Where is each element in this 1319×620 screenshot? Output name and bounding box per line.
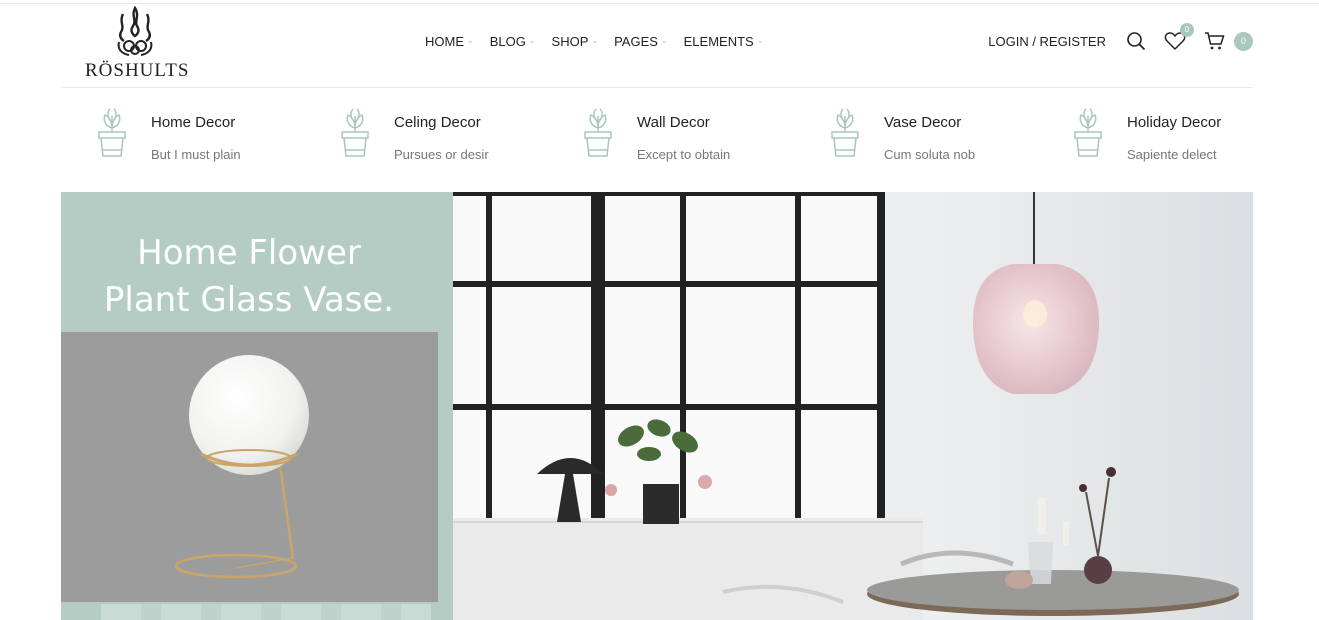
category-title: Home Decor xyxy=(151,114,236,131)
plant-pot-icon xyxy=(1074,108,1102,157)
promo-banner[interactable]: Home Flower Plant Glass Vase. xyxy=(61,192,453,620)
nav-item-label: HOME xyxy=(425,34,464,49)
category-title: Wall Decor xyxy=(637,114,710,131)
flame-logo-icon xyxy=(117,6,153,56)
category-subtitle: Pursues or desir xyxy=(394,147,489,162)
category-wall-decor[interactable]: Wall Decor Except to obtain xyxy=(581,106,730,162)
promo-title: Home Flower Plant Glass Vase. xyxy=(61,230,437,324)
category-home-decor[interactable]: Home Decor But I must plain xyxy=(95,106,241,162)
interior-scene-illustration xyxy=(453,192,1253,620)
nav-item-label: SHOP xyxy=(551,34,589,49)
wishlist-button[interactable]: 0 xyxy=(1164,23,1194,51)
decorative-stripes xyxy=(101,604,431,620)
category-holiday-decor[interactable]: Holiday Decor Sapiente delect xyxy=(1071,106,1221,162)
nav-item-label: BLOG xyxy=(489,34,526,49)
category-subtitle: Sapiente delect xyxy=(1127,147,1217,162)
header-tools: LOGIN / REGISTER 0 0 xyxy=(988,23,1253,51)
cart-icon xyxy=(1205,32,1225,50)
category-subtitle: Except to obtain xyxy=(637,147,731,162)
category-title: Holiday Decor xyxy=(1127,114,1222,131)
login-register-link[interactable]: LOGIN / REGISTER xyxy=(988,34,1106,49)
promo-title-line-1: Home Flower xyxy=(137,233,361,273)
category-title: Celing Decor xyxy=(394,114,481,131)
nav-item-home[interactable]: HOME ⌄ xyxy=(425,34,474,49)
nav-item-label: PAGES xyxy=(614,34,658,49)
plant-pot-icon xyxy=(98,108,126,157)
plant-pot-icon xyxy=(341,108,369,157)
chevron-down-icon: ⌄ xyxy=(528,36,536,45)
chevron-down-icon: ⌄ xyxy=(756,36,764,45)
category-celing-decor[interactable]: Celing Decor Pursues or desir xyxy=(338,106,489,162)
product-image xyxy=(61,332,438,602)
plant-pot-icon xyxy=(831,108,859,157)
nav-item-blog[interactable]: BLOG ⌄ xyxy=(490,34,536,49)
cart-count-badge: 0 xyxy=(1234,31,1253,51)
chevron-down-icon: ⌄ xyxy=(591,36,599,45)
brand-name: RÖSHULTS xyxy=(85,60,190,81)
nav-item-label: ELEMENTS xyxy=(683,34,754,49)
site-header: RÖSHULTS HOME ⌄ BLOG ⌄ SHOP ⌄ PAGES ⌄ ELEMEN… xyxy=(61,4,1253,88)
nav-item-pages[interactable]: PAGES ⌄ xyxy=(614,34,668,49)
wishlist-count-badge: 0 xyxy=(1180,23,1194,37)
category-title: Vase Decor xyxy=(884,114,962,131)
category-vase-decor[interactable]: Vase Decor Cum soluta nob xyxy=(828,106,975,162)
category-strip: Home Decor But I must plain Celing Decor… xyxy=(61,106,1253,176)
category-subtitle: Cum soluta nob xyxy=(884,147,976,162)
category-subtitle: But I must plain xyxy=(151,147,241,162)
nav-item-elements[interactable]: ELEMENTS ⌄ xyxy=(684,34,764,49)
chevron-down-icon: ⌄ xyxy=(660,36,668,45)
chevron-down-icon: ⌄ xyxy=(467,36,474,45)
plant-pot-icon xyxy=(584,108,612,157)
hero-image xyxy=(453,192,1253,620)
search-button[interactable] xyxy=(1126,31,1146,51)
cart-button[interactable]: 0 xyxy=(1204,31,1253,51)
brand-logo[interactable]: RÖSHULTS xyxy=(85,6,190,82)
main-nav: HOME ⌄ BLOG ⌄ SHOP ⌄ PAGES ⌄ ELEMENTS ⌄ xyxy=(425,34,779,49)
search-icon xyxy=(1127,32,1146,51)
promo-title-line-2: Plant Glass Vase. xyxy=(103,280,395,320)
globe-lamp-illustration xyxy=(174,355,309,579)
nav-item-shop[interactable]: SHOP ⌄ xyxy=(552,34,599,49)
